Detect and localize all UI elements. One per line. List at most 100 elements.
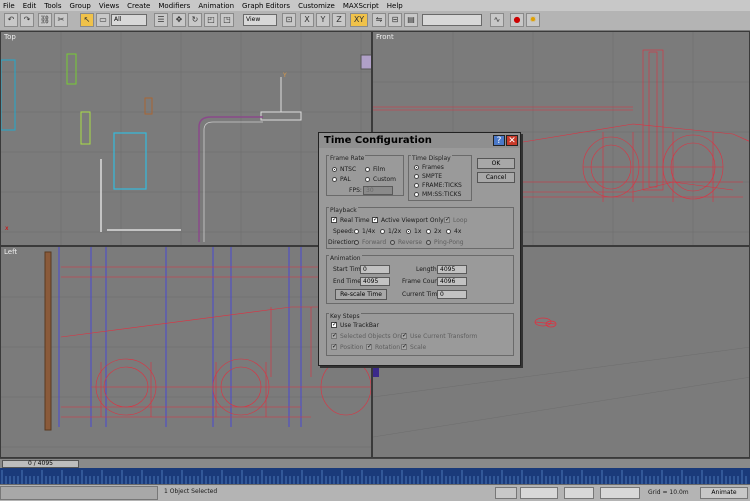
viewport-top-canvas: Y x xyxy=(1,32,371,245)
pivot-icon[interactable]: ⊡ xyxy=(282,13,296,27)
speed-quarter-radio[interactable] xyxy=(354,229,359,234)
axis-y-icon[interactable]: Y xyxy=(316,13,330,27)
length-field[interactable]: 4095 xyxy=(437,265,467,274)
speed-1x-radio[interactable] xyxy=(406,229,411,234)
menu-file[interactable]: File xyxy=(3,2,15,10)
x-coordinate-field[interactable] xyxy=(520,487,558,499)
align-icon[interactable]: ⊟ xyxy=(388,13,402,27)
render-scene-icon[interactable]: ● xyxy=(510,13,524,27)
frame-count-field[interactable]: 4096 xyxy=(437,277,467,286)
viewport-top-label[interactable]: Top xyxy=(4,33,16,41)
menu-tools[interactable]: Tools xyxy=(44,2,61,10)
axis-x-icon[interactable]: X xyxy=(300,13,314,27)
frames-radio[interactable] xyxy=(414,165,419,170)
viewport-top[interactable]: Y x Top xyxy=(0,31,372,246)
reverse-label: Reverse xyxy=(398,239,423,246)
forward-radio[interactable] xyxy=(354,240,359,245)
mirror-icon[interactable]: ⇋ xyxy=(372,13,386,27)
selection-filter-dropdown[interactable]: All xyxy=(111,14,147,26)
menu-bar: File Edit Tools Group Views Create Modif… xyxy=(0,0,750,11)
time-slider[interactable]: 0 / 4095 xyxy=(0,458,750,468)
start-time-field[interactable]: 0 xyxy=(360,265,390,274)
menu-modifiers[interactable]: Modifiers xyxy=(158,2,190,10)
end-time-field[interactable]: 4095 xyxy=(360,277,390,286)
loop-checkbox[interactable]: ✓ xyxy=(444,217,450,223)
select-link-icon[interactable]: ⛓ xyxy=(38,13,52,27)
frames-label: Frames xyxy=(422,164,444,171)
end-time-label: End Time: xyxy=(333,278,364,285)
rotation-checkbox[interactable]: ✓ xyxy=(366,344,372,350)
frame-ticks-radio[interactable] xyxy=(414,183,419,188)
speed-half-radio[interactable] xyxy=(380,229,385,234)
current-time-field[interactable]: 0 xyxy=(437,290,467,299)
scale-icon[interactable]: ◰ xyxy=(204,13,218,27)
menu-animation[interactable]: Animation xyxy=(198,2,234,10)
ping-pong-label: Ping-Pong xyxy=(434,239,464,246)
menu-customize[interactable]: Customize xyxy=(298,2,335,10)
named-selection-dropdown[interactable] xyxy=(422,14,482,26)
fps-field[interactable]: 30 xyxy=(363,186,393,195)
menu-edit[interactable]: Edit xyxy=(23,2,37,10)
select-object-icon[interactable]: ↖ xyxy=(80,13,94,27)
viewport-left-label[interactable]: Left xyxy=(4,248,17,256)
maxscript-listener[interactable] xyxy=(0,486,158,500)
forward-label: Forward xyxy=(362,239,387,246)
speed-2x-radio[interactable] xyxy=(426,229,431,234)
menu-maxscript[interactable]: MAXScript xyxy=(343,2,379,10)
ok-button[interactable]: OK xyxy=(477,158,515,169)
select-by-name-icon[interactable]: ☰ xyxy=(154,13,168,27)
animate-button[interactable]: Animate xyxy=(700,487,748,499)
menu-views[interactable]: Views xyxy=(99,2,119,10)
menu-group[interactable]: Group xyxy=(70,2,91,10)
custom-radio[interactable] xyxy=(365,177,370,182)
scale-checkbox[interactable]: ✓ xyxy=(401,344,407,350)
speed-4x-radio[interactable] xyxy=(446,229,451,234)
selected-objects-only-checkbox[interactable]: ✓ xyxy=(331,333,337,339)
use-trackbar-checkbox[interactable]: ✓ xyxy=(331,322,337,328)
custom-label: Custom xyxy=(373,176,396,183)
redo-icon[interactable]: ↷ xyxy=(20,13,34,27)
viewport-front-label[interactable]: Front xyxy=(376,33,394,41)
viewport-left[interactable]: Left xyxy=(0,246,372,458)
help-button[interactable]: ? xyxy=(493,135,505,146)
move-icon[interactable]: ✥ xyxy=(172,13,186,27)
close-button[interactable]: ✕ xyxy=(506,135,518,146)
active-viewport-only-label: Active Viewport Only xyxy=(381,217,444,224)
lock-selection-icon[interactable] xyxy=(495,487,517,499)
film-radio[interactable] xyxy=(365,167,370,172)
y-coordinate-field[interactable] xyxy=(564,487,594,499)
select-region-icon[interactable]: ▭ xyxy=(96,13,110,27)
unlink-icon[interactable]: ✂ xyxy=(54,13,68,27)
axis-z-icon[interactable]: Z xyxy=(332,13,346,27)
reference-coordinate-dropdown[interactable]: View xyxy=(243,14,277,26)
menu-graph-editors[interactable]: Graph Editors xyxy=(242,2,290,10)
ntsc-radio[interactable] xyxy=(332,167,337,172)
use-current-transform-checkbox[interactable]: ✓ xyxy=(401,333,407,339)
time-slider-thumb[interactable]: 0 / 4095 xyxy=(2,460,79,468)
cancel-button[interactable]: Cancel xyxy=(477,172,515,183)
curve-editor-icon[interactable]: ∿ xyxy=(490,13,504,27)
layers-icon[interactable]: ▤ xyxy=(404,13,418,27)
menu-create[interactable]: Create xyxy=(127,2,150,10)
ping-pong-radio[interactable] xyxy=(426,240,431,245)
svg-text:x: x xyxy=(5,225,9,232)
real-time-checkbox[interactable]: ✓ xyxy=(331,217,337,223)
track-bar[interactable] xyxy=(0,468,750,484)
active-viewport-only-checkbox[interactable]: ✓ xyxy=(372,217,378,223)
pal-radio[interactable] xyxy=(332,177,337,182)
dialog-title: Time Configuration xyxy=(319,133,520,148)
menu-help[interactable]: Help xyxy=(387,2,403,10)
smpte-radio[interactable] xyxy=(414,174,419,179)
quick-render-icon[interactable]: ✹ xyxy=(526,13,540,27)
reverse-radio[interactable] xyxy=(390,240,395,245)
axis-xy-button[interactable]: XY xyxy=(350,13,368,27)
squash-icon[interactable]: ◳ xyxy=(220,13,234,27)
undo-icon[interactable]: ↶ xyxy=(4,13,18,27)
mm-ss-ticks-radio[interactable] xyxy=(414,192,419,197)
position-checkbox[interactable]: ✓ xyxy=(331,344,337,350)
key-steps-title: Key Steps xyxy=(329,313,361,320)
z-coordinate-field[interactable] xyxy=(600,487,640,499)
grid-size: Grid = 10.0m xyxy=(648,489,689,496)
rotate-icon[interactable]: ↻ xyxy=(188,13,202,27)
rescale-time-button[interactable]: Re-scale Time xyxy=(335,289,387,300)
